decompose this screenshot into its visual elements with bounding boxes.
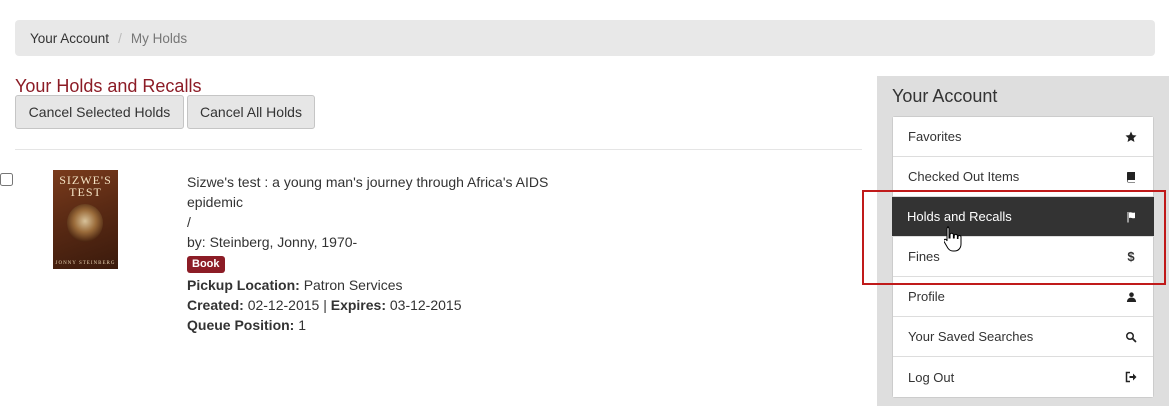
divider bbox=[15, 149, 862, 150]
sidebar-item-checked-out[interactable]: Checked Out Items bbox=[893, 157, 1153, 197]
sidebar-item-favorites[interactable]: Favorites bbox=[893, 117, 1153, 157]
breadcrumb-current: My Holds bbox=[130, 30, 188, 46]
breadcrumb: Your Account / My Holds bbox=[15, 20, 1155, 56]
queue-position-line: Queue Position: 1 bbox=[187, 315, 607, 335]
cover-title: SIZWE'S TEST bbox=[59, 173, 112, 199]
sidebar-item-label: Your Saved Searches bbox=[908, 329, 1034, 344]
cover-author: JONNY STEINBERG bbox=[55, 261, 116, 266]
dollar-icon: $ bbox=[1127, 249, 1135, 264]
sidebar-item-label: Log Out bbox=[908, 369, 955, 385]
pickup-location-label: Pickup Location: bbox=[187, 277, 300, 293]
flag-icon bbox=[1125, 210, 1139, 224]
sidebar-item-holds[interactable]: Holds and Recalls bbox=[892, 197, 1154, 237]
search-icon bbox=[1124, 330, 1138, 344]
hold-item-details: Sizwe's test : a young man's journey thr… bbox=[187, 172, 607, 335]
format-badge: Book bbox=[187, 256, 225, 273]
page-title: Your Holds and Recalls bbox=[15, 76, 202, 96]
sidebar-item-fines[interactable]: Fines $ bbox=[893, 237, 1153, 277]
account-sidebar: Your Account Favorites Checked Out Items… bbox=[877, 76, 1169, 406]
breadcrumb-separator: / bbox=[118, 30, 122, 46]
cancel-selected-holds-button[interactable]: Cancel Selected Holds bbox=[15, 95, 184, 129]
expires-value: 03-12-2015 bbox=[389, 297, 462, 313]
hold-select-checkbox[interactable] bbox=[0, 173, 13, 186]
sidebar-item-label: Profile bbox=[908, 289, 945, 304]
breadcrumb-your-account-link[interactable]: Your Account bbox=[30, 31, 109, 46]
book-icon bbox=[1124, 170, 1138, 184]
sidebar-item-label: Holds and Recalls bbox=[907, 209, 1012, 224]
hold-title-slash: / bbox=[187, 214, 191, 230]
created-value: 02-12-2015 bbox=[247, 297, 320, 313]
account-menu: Favorites Checked Out Items Holds and Re… bbox=[892, 116, 1154, 398]
queue-position-label: Queue Position: bbox=[187, 317, 295, 333]
star-icon bbox=[1124, 130, 1138, 144]
sidebar-item-label: Fines bbox=[908, 249, 940, 264]
book-cover-image[interactable]: SIZWE'S TEST JONNY STEINBERG bbox=[53, 170, 118, 269]
queue-position-value: 1 bbox=[298, 317, 307, 333]
sign-out-icon bbox=[1124, 370, 1138, 384]
sidebar-title: Your Account bbox=[892, 86, 998, 106]
sidebar-item-saved-searches[interactable]: Your Saved Searches bbox=[893, 317, 1153, 357]
dates-separator: | bbox=[323, 297, 327, 313]
hold-author: by: Steinberg, Jonny, 1970- bbox=[187, 234, 358, 250]
user-icon bbox=[1124, 290, 1138, 304]
created-label: Created: bbox=[187, 297, 244, 313]
sidebar-item-logout[interactable]: Log Out bbox=[893, 357, 1153, 397]
pickup-location-value: Patron Services bbox=[303, 277, 403, 293]
cover-art bbox=[67, 204, 103, 242]
sidebar-item-label: Favorites bbox=[908, 129, 962, 144]
expires-label: Expires: bbox=[330, 297, 386, 313]
sidebar-item-label: Checked Out Items bbox=[908, 169, 1020, 184]
cancel-all-holds-button[interactable]: Cancel All Holds bbox=[187, 95, 315, 129]
hand-cursor-icon bbox=[944, 226, 962, 252]
hold-title-link[interactable]: Sizwe's test : a young man's journey thr… bbox=[187, 172, 607, 212]
dates-line: Created: 02-12-2015 | Expires: 03-12-201… bbox=[187, 295, 607, 315]
pickup-location-line: Pickup Location: Patron Services bbox=[187, 275, 607, 295]
sidebar-item-profile[interactable]: Profile bbox=[893, 277, 1153, 317]
